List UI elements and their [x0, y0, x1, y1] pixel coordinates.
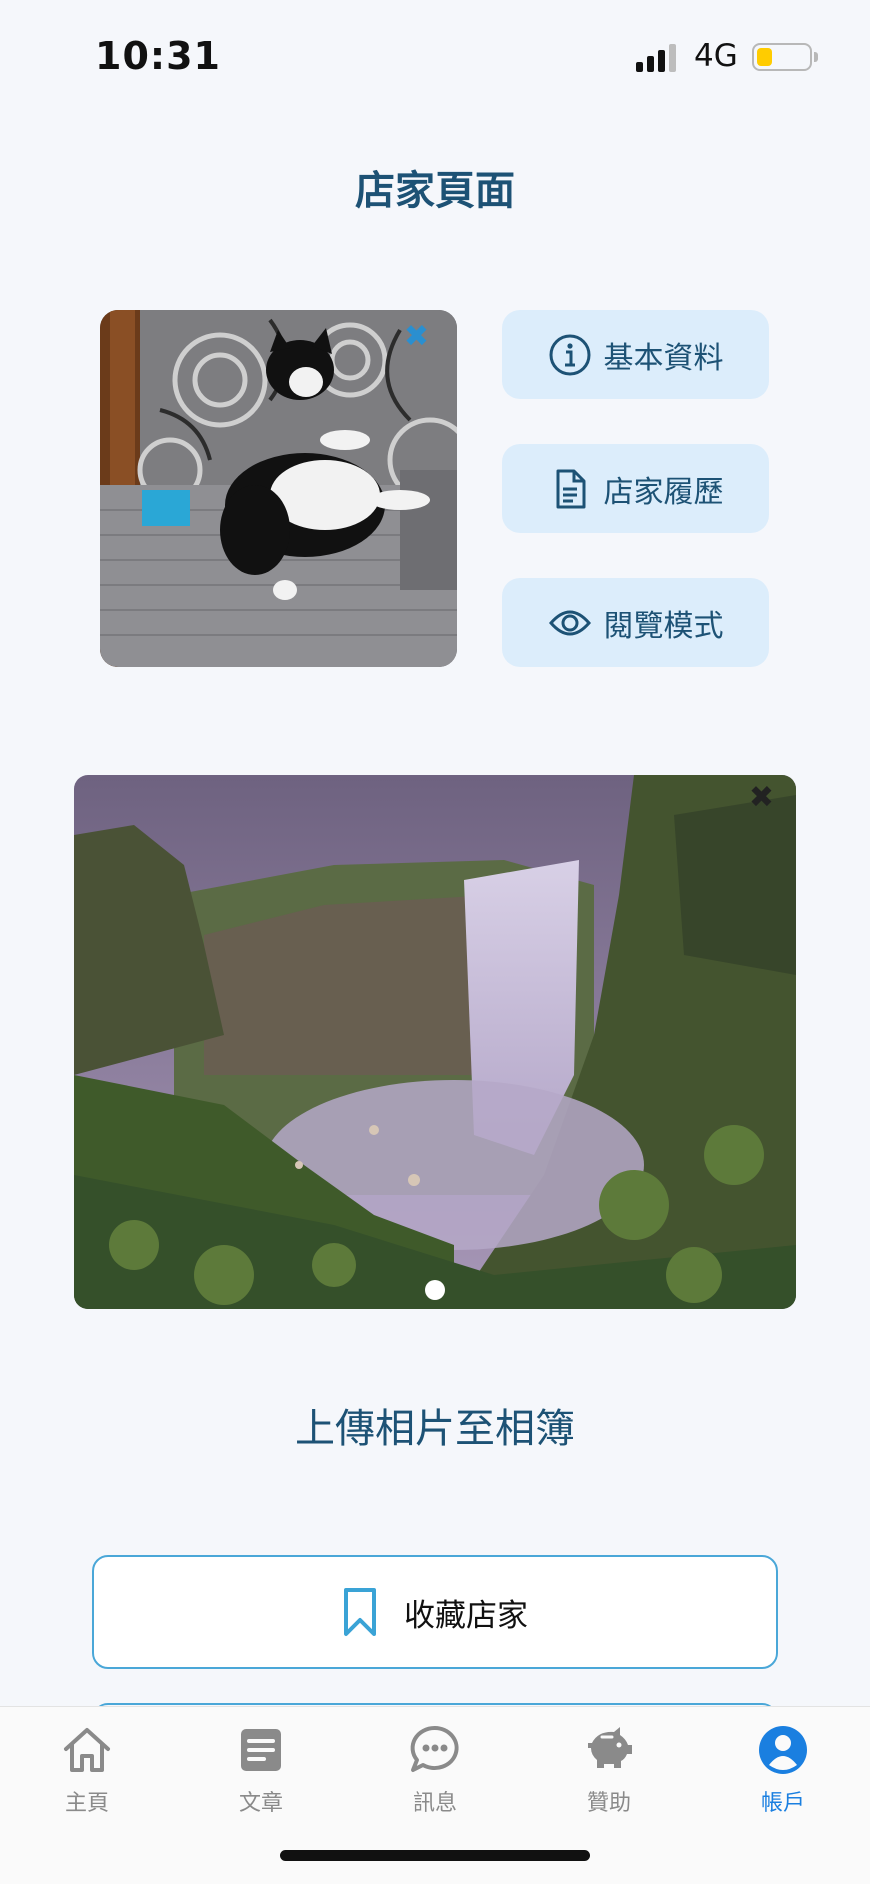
battery-tip — [814, 52, 818, 62]
battery-icon — [752, 43, 812, 71]
basic-info-button[interactable]: 基本資料 — [502, 310, 769, 399]
tab-sponsor-label: 贊助 — [586, 1791, 631, 1816]
account-icon — [759, 1726, 807, 1774]
chat-icon — [410, 1725, 459, 1772]
battery-level — [757, 48, 772, 66]
article-icon — [241, 1729, 281, 1771]
network-type: 4G — [694, 38, 738, 74]
photo-album-carousel[interactable]: ✖ — [74, 775, 796, 1309]
tab-messages-label: 訊息 — [412, 1791, 457, 1816]
basic-info-label: 基本資料 — [603, 340, 724, 376]
cat-photo — [100, 310, 457, 667]
cover-photo[interactable]: ✖ — [100, 310, 457, 667]
tab-account[interactable]: 帳戶 — [723, 1723, 843, 1817]
close-icon[interactable]: ✖ — [749, 783, 774, 813]
status-time: 10:31 — [95, 34, 221, 78]
upload-to-album-link[interactable]: 上傳相片至相簿 — [0, 1396, 870, 1454]
preview-mode-button[interactable]: 閱覽模式 — [502, 578, 769, 667]
preview-mode-label: 閱覽模式 — [603, 608, 724, 644]
tab-messages[interactable]: 訊息 — [375, 1723, 495, 1817]
home-indicator — [280, 1850, 590, 1861]
carousel-page-indicator[interactable] — [425, 1280, 445, 1300]
close-icon[interactable]: ✖ — [404, 322, 429, 352]
home-icon — [64, 1728, 110, 1772]
tab-articles-label: 文章 — [238, 1791, 283, 1816]
favorite-store-label: 收藏店家 — [404, 1597, 528, 1634]
tab-sponsor[interactable]: 贊助 — [549, 1723, 669, 1817]
piggy-bank-icon — [588, 1727, 632, 1768]
store-history-label: 店家履歷 — [603, 474, 724, 510]
tab-articles[interactable]: 文章 — [201, 1723, 321, 1817]
favorite-store-button[interactable]: 收藏店家 — [92, 1555, 778, 1669]
tab-home[interactable]: 主頁 — [27, 1723, 147, 1817]
info-icon — [549, 334, 590, 375]
document-icon — [556, 469, 585, 508]
waterfall-photo — [74, 775, 796, 1309]
store-history-button[interactable]: 店家履歷 — [502, 444, 769, 533]
eye-icon — [548, 610, 591, 635]
signal-icon — [636, 44, 676, 72]
page-title: 店家頁面 — [355, 168, 515, 214]
tab-account-label: 帳戶 — [760, 1791, 805, 1816]
tab-home-label: 主頁 — [64, 1791, 109, 1816]
bookmark-icon — [344, 1588, 376, 1636]
